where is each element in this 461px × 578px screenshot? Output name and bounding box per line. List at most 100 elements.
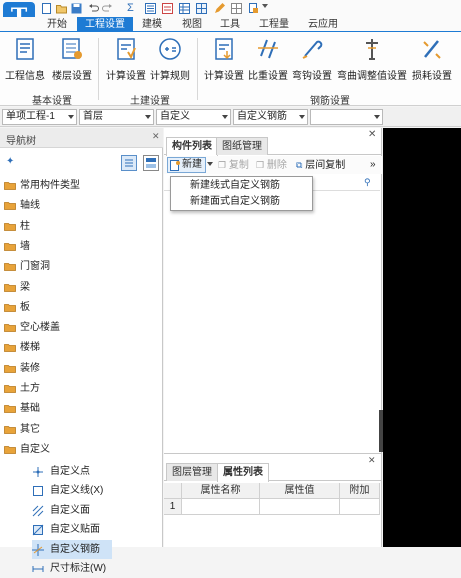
undo-icon[interactable] [88, 3, 99, 14]
calc-rules-icon [157, 36, 183, 62]
hook-settings-icon [299, 36, 325, 62]
pencil-icon[interactable] [214, 3, 225, 14]
tab-drawing-management[interactable]: 图纸管理 [216, 137, 268, 155]
curve-adjust-icon [359, 36, 385, 62]
tree-folder-label: 板 [20, 301, 30, 313]
custom-veneer-icon [32, 524, 44, 536]
list-view-icon[interactable] [121, 155, 137, 171]
project-info-label: 工程信息 [5, 71, 45, 82]
qat-customize-icon[interactable] [262, 4, 268, 8]
group-civil-settings: 土建设置 [130, 96, 170, 107]
curve-adjust-settings-button[interactable]: 弯曲调整值设置 [336, 36, 408, 84]
tree-item-custom-rebar[interactable]: 自定义钢筋 [32, 539, 112, 559]
folder-icon [4, 343, 16, 353]
floor-copy-button[interactable]: ⧉ 层间复制 [296, 158, 345, 173]
folder-icon [4, 283, 16, 292]
tab-view[interactable]: 视图 [177, 17, 207, 32]
loss-settings-button[interactable]: 损耗设置 [410, 36, 454, 84]
folder-icon [4, 323, 16, 332]
tab-tools[interactable]: 工具 [215, 17, 245, 32]
table-icon[interactable] [179, 3, 190, 14]
close-icon[interactable]: ✕ [152, 131, 160, 142]
copy-button[interactable]: ❐ 复制 [218, 158, 249, 173]
redo-icon[interactable] [102, 3, 113, 14]
new-file-icon[interactable] [41, 3, 52, 14]
custom-face-icon [32, 505, 44, 517]
table-cell-name[interactable] [182, 499, 260, 515]
category-dropdown[interactable]: 自定义 [156, 109, 231, 125]
floor-settings-button[interactable]: 楼层设置 [52, 36, 92, 84]
report-icon[interactable] [162, 3, 173, 14]
property-panel-tabs: 图层管理 属性列表 [164, 463, 382, 482]
search-icon[interactable]: ⚲ [364, 177, 371, 188]
element-dropdown[interactable] [310, 109, 383, 125]
tree-item-custom-veneer[interactable]: 自定义贴面 [32, 520, 112, 539]
tab-layer-management[interactable]: 图层管理 [166, 463, 218, 481]
subcategory-dropdown[interactable]: 自定义钢筋 [233, 109, 308, 125]
tree-folder-label: 基础 [20, 403, 40, 415]
floor-settings-label: 楼层设置 [52, 71, 92, 82]
folder-icon [4, 222, 16, 231]
grid-icon[interactable] [196, 3, 207, 14]
tile-view-icon[interactable] [143, 155, 159, 171]
new-button[interactable]: 新建 [167, 157, 206, 173]
tab-modeling[interactable]: 建模 [137, 17, 167, 32]
component-panel-tabs: 构件列表 图纸管理 [164, 137, 382, 156]
splitter-handle[interactable] [379, 410, 383, 452]
sparkle-icon[interactable]: ✦ [6, 156, 14, 167]
folder-icon [4, 364, 16, 373]
civil-calc-settings-button[interactable]: 计算设置 [106, 36, 146, 84]
ribbon-separator [197, 38, 198, 100]
menu-bar: 开始 工程设置 建模 视图 工具 工程量 云应用 [0, 17, 461, 32]
tree-item-label: 自定义面 [50, 504, 90, 516]
hook-settings-label: 弯钩设置 [292, 71, 332, 82]
copy-button-label: 复制 [228, 160, 249, 171]
save-icon[interactable] [71, 3, 82, 14]
open-folder-icon[interactable] [56, 3, 67, 14]
rebar-calc-settings-button[interactable]: 计算设置 [204, 36, 244, 84]
tree-item-label: 自定义线(X) [50, 485, 104, 497]
ratio-settings-label: 比重设置 [248, 71, 288, 82]
sum-icon[interactable]: Σ [127, 2, 134, 14]
table-cell-extra[interactable] [340, 499, 380, 515]
more-button[interactable]: » [370, 158, 376, 173]
hook-settings-button[interactable]: 弯钩设置 [292, 36, 332, 84]
delete-icon: ❒ [256, 160, 265, 170]
selector-bar: 单项工程-1 首层 自定义 自定义钢筋 [0, 107, 461, 127]
rebar-calc-settings-icon [211, 36, 237, 62]
tab-property-list[interactable]: 属性列表 [217, 463, 269, 482]
tree-item-custom-face[interactable]: 自定义面 [32, 501, 112, 520]
calc-rules-button[interactable]: 计算规则 [150, 36, 190, 84]
folder-icon [4, 425, 16, 434]
custom-point-icon [32, 466, 44, 478]
tab-project-settings[interactable]: 工程设置 [77, 17, 133, 32]
menu-item-new-line-rebar[interactable]: 新建线式自定义钢筋 [190, 178, 280, 194]
list-icon[interactable] [145, 3, 156, 14]
tab-component-list[interactable]: 构件列表 [166, 137, 218, 156]
project-info-button[interactable]: 工程信息 [5, 36, 45, 84]
column-header-name: 属性名称 [182, 483, 260, 499]
layout-icon[interactable] [231, 3, 242, 14]
ratio-settings-button[interactable]: 比重设置 [248, 36, 288, 84]
folder-icon [4, 303, 16, 312]
tab-start[interactable]: 开始 [42, 17, 72, 32]
tree-item-custom-line[interactable]: 自定义线(X) [32, 481, 112, 500]
menu-item-new-area-rebar[interactable]: 新建面式自定义钢筋 [190, 194, 280, 210]
new-dropdown-arrow-icon[interactable] [207, 162, 213, 166]
doc-lock-icon[interactable] [248, 3, 259, 14]
tab-cloud[interactable]: 云应用 [303, 17, 343, 32]
property-panel: ✕ 图层管理 属性列表 属性名称 属性值 附加 1 [164, 453, 382, 547]
folder-icon [4, 404, 16, 414]
unit-dropdown[interactable]: 单项工程-1 [2, 109, 77, 125]
tab-quantity[interactable]: 工程量 [254, 17, 294, 32]
floor-dropdown[interactable]: 首层 [79, 109, 154, 125]
table-cell-value[interactable] [260, 499, 340, 515]
tree-folder-label: 土方 [20, 383, 40, 394]
tree-item-custom-point[interactable]: 自定义点 [32, 462, 112, 481]
tree-item-dimension[interactable]: 尺寸标注(W) [32, 559, 112, 578]
tree-item-label: 尺寸标注(W) [50, 563, 107, 574]
delete-button[interactable]: ❒ 删除 [256, 158, 287, 173]
drawing-canvas[interactable] [383, 128, 461, 547]
floor-dropdown-value: 首层 [83, 111, 103, 122]
folder-icon [4, 262, 16, 272]
